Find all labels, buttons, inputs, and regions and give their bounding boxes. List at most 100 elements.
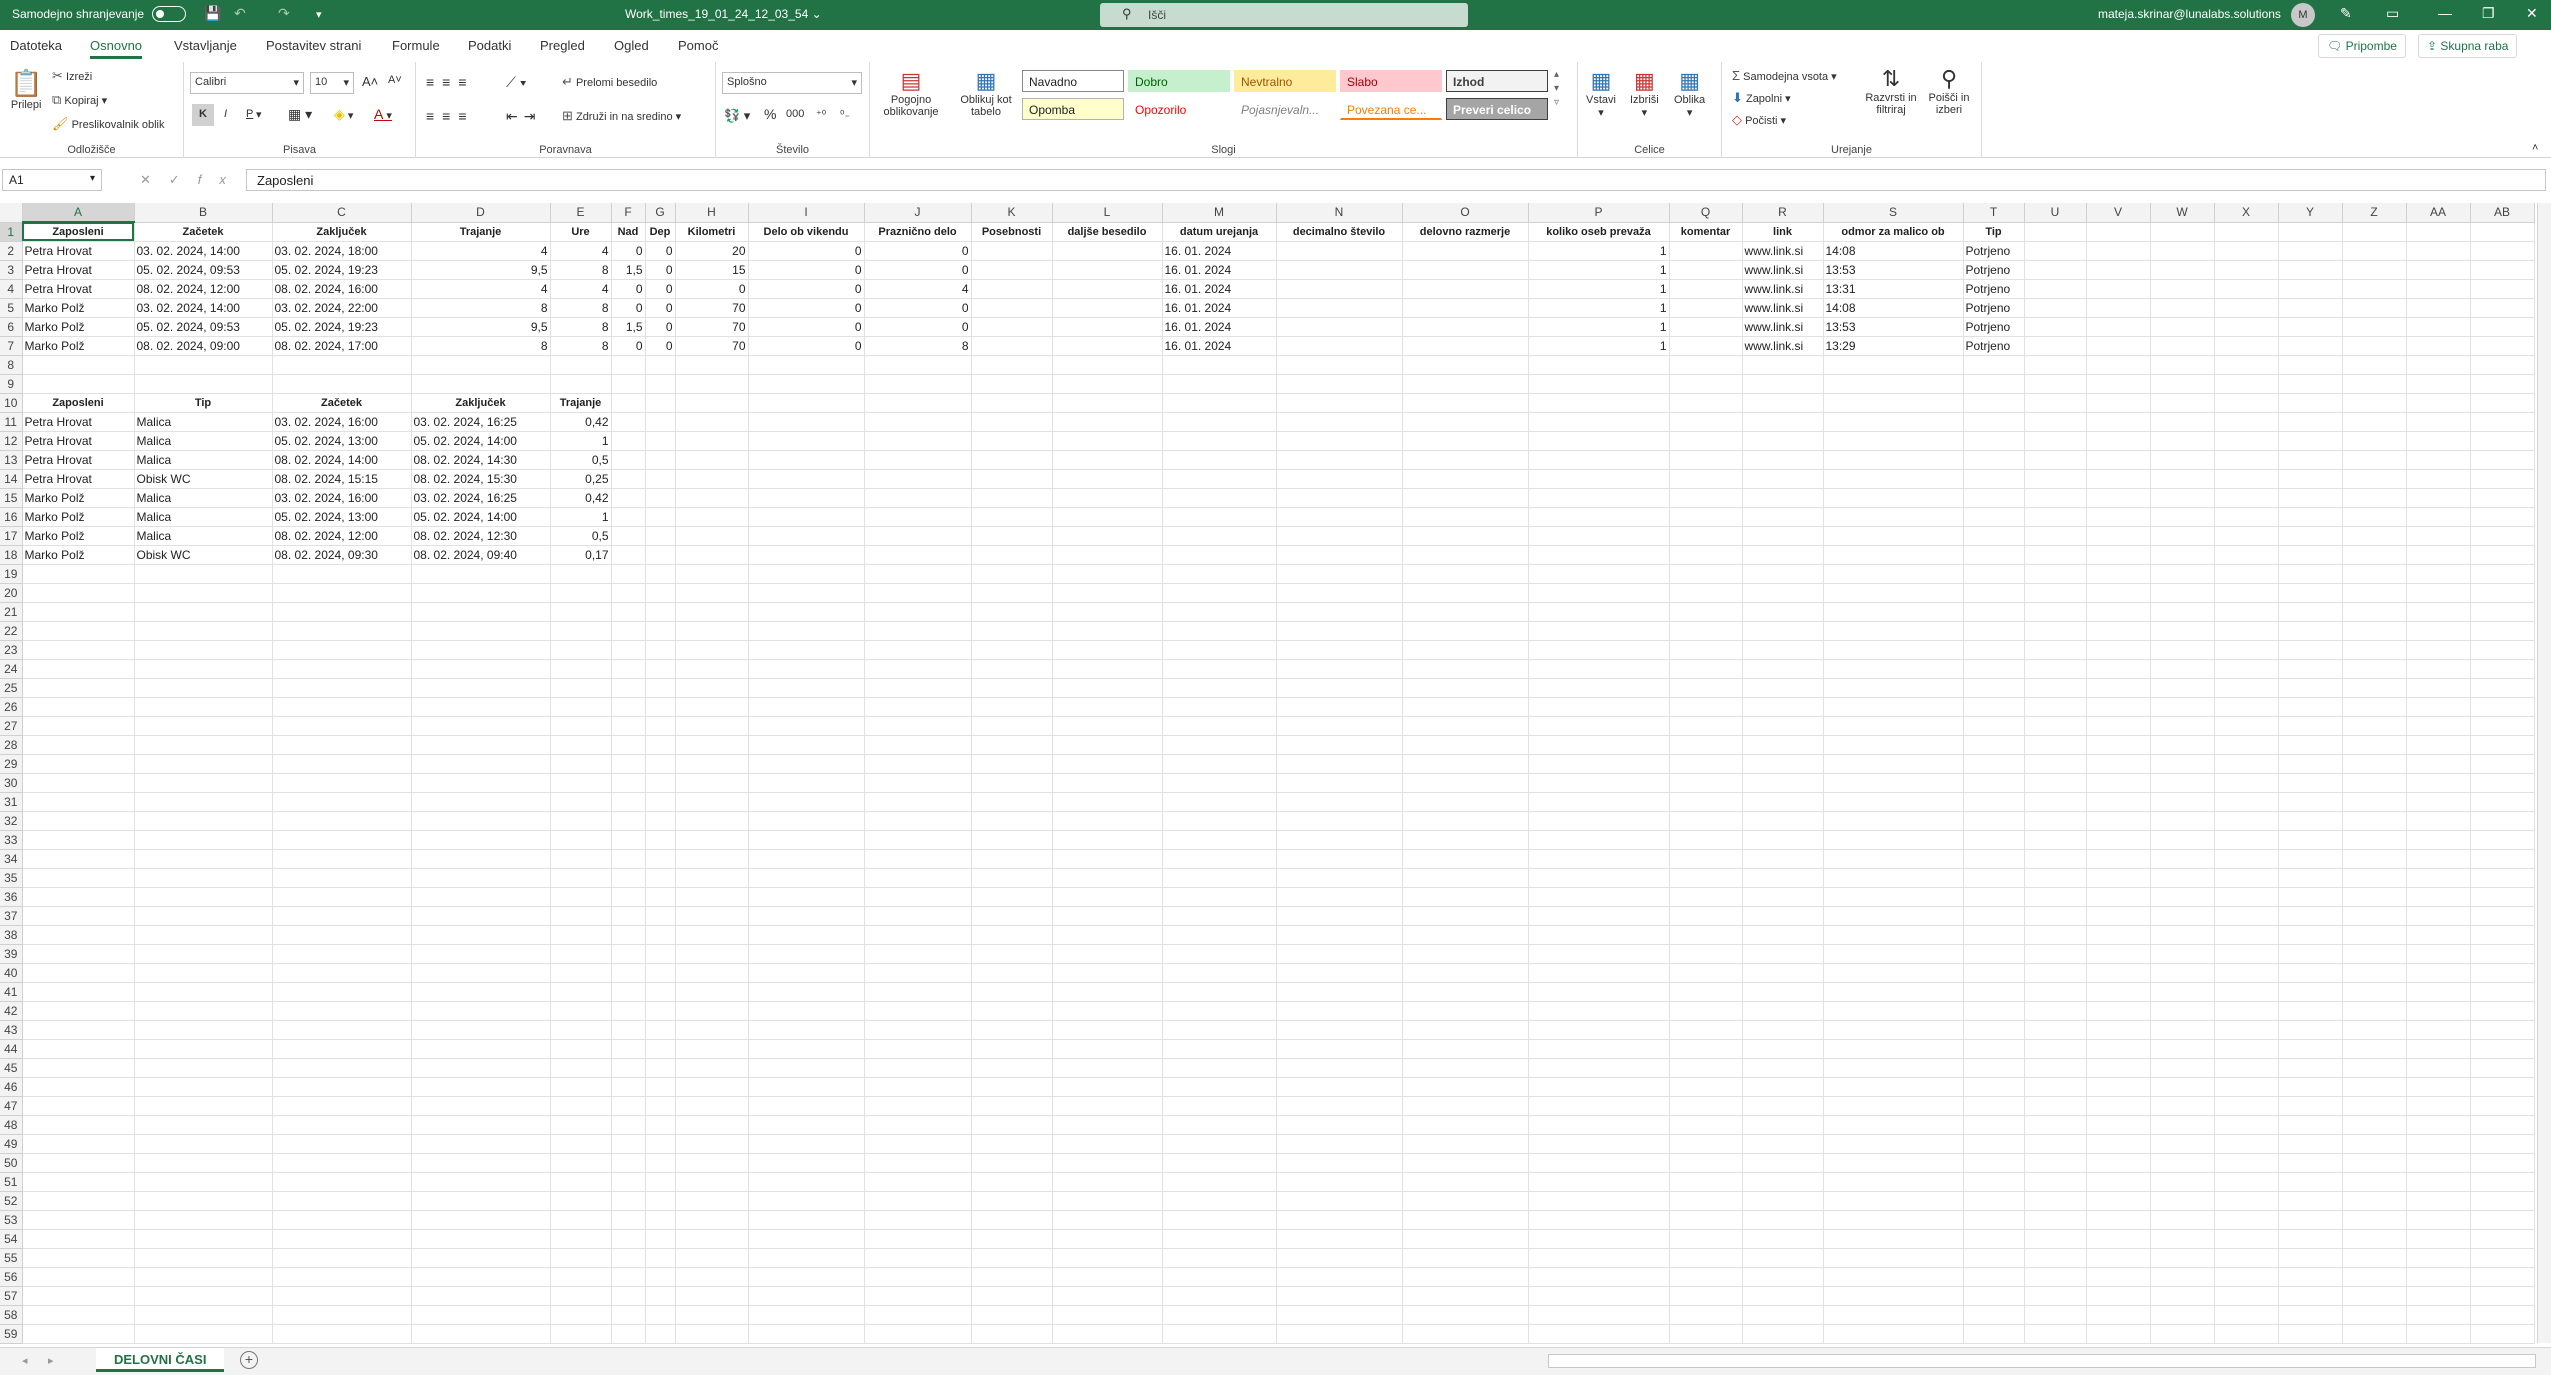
cell[interactable]: [2024, 906, 2087, 926]
cell[interactable]: [2406, 450, 2471, 470]
cell[interactable]: [1276, 678, 1403, 698]
cell[interactable]: [22, 678, 135, 698]
cell[interactable]: [2150, 431, 2215, 451]
cell[interactable]: [2406, 374, 2471, 394]
cell[interactable]: [411, 849, 551, 869]
find-select-button[interactable]: ⚲ Poišči in izberi: [1922, 66, 1976, 116]
cell[interactable]: [411, 355, 551, 375]
row-header[interactable]: 45: [0, 1058, 23, 1078]
cell[interactable]: [2278, 811, 2343, 831]
cell[interactable]: [1528, 925, 1670, 945]
cell[interactable]: [1823, 754, 1964, 774]
cell[interactable]: [2406, 1077, 2471, 1097]
cell[interactable]: [411, 564, 551, 584]
cell[interactable]: [411, 640, 551, 660]
cell[interactable]: [2406, 1324, 2471, 1344]
cell[interactable]: [272, 659, 412, 679]
cell[interactable]: [645, 963, 676, 983]
cell[interactable]: [1963, 431, 2025, 451]
cell[interactable]: Marko Polž: [22, 488, 135, 508]
cell[interactable]: Trajanje: [550, 393, 612, 413]
cell[interactable]: Malica: [134, 488, 273, 508]
cell[interactable]: [748, 868, 865, 888]
collapse-ribbon-icon[interactable]: ˄: [2532, 142, 2538, 154]
cell[interactable]: [2150, 1077, 2215, 1097]
cell[interactable]: [1052, 640, 1163, 660]
cell[interactable]: [1528, 773, 1670, 793]
row-header[interactable]: 2: [0, 241, 23, 261]
cell[interactable]: [2406, 640, 2471, 660]
cell[interactable]: [748, 1115, 865, 1135]
cell[interactable]: [1052, 1077, 1163, 1097]
cell[interactable]: [2086, 982, 2151, 1002]
cell[interactable]: [1402, 1324, 1529, 1344]
cell[interactable]: [272, 1153, 412, 1173]
cell[interactable]: [864, 1077, 972, 1097]
cell[interactable]: [1963, 1172, 2025, 1192]
cell[interactable]: [1276, 944, 1403, 964]
cell[interactable]: [1528, 944, 1670, 964]
cell[interactable]: [2278, 526, 2343, 546]
cell[interactable]: [134, 982, 273, 1002]
cell[interactable]: [675, 1210, 749, 1230]
cell[interactable]: [1742, 355, 1824, 375]
cell[interactable]: [748, 393, 865, 413]
cell[interactable]: [272, 1115, 412, 1135]
cell[interactable]: [2406, 830, 2471, 850]
cell[interactable]: 1: [1528, 260, 1670, 280]
cell[interactable]: Malica: [134, 450, 273, 470]
cell[interactable]: 0: [645, 336, 676, 356]
cell[interactable]: [2150, 412, 2215, 432]
cell[interactable]: [550, 659, 612, 679]
cell[interactable]: [411, 944, 551, 964]
cell[interactable]: [2406, 336, 2471, 356]
cell[interactable]: [645, 469, 676, 489]
cell[interactable]: [411, 583, 551, 603]
row-header[interactable]: 8: [0, 355, 23, 375]
cell[interactable]: 03. 02. 2024, 14:00: [134, 298, 273, 318]
cell[interactable]: [1823, 716, 1964, 736]
cell[interactable]: [675, 678, 749, 698]
cell[interactable]: [1402, 678, 1529, 698]
cell[interactable]: [2150, 1305, 2215, 1325]
cell[interactable]: [1669, 754, 1743, 774]
cell[interactable]: [1528, 374, 1670, 394]
horizontal-scrollbar[interactable]: [1548, 1354, 2536, 1368]
cell[interactable]: [645, 1210, 676, 1230]
percent-icon[interactable]: %: [764, 106, 776, 122]
cell[interactable]: [611, 393, 646, 413]
cell[interactable]: Potrjeno: [1963, 260, 2025, 280]
cell[interactable]: [1052, 602, 1163, 622]
cell[interactable]: [864, 1324, 972, 1344]
style-cell-4[interactable]: Izhod: [1446, 70, 1548, 92]
cell[interactable]: [1528, 1191, 1670, 1211]
cell[interactable]: [2214, 1286, 2279, 1306]
cell[interactable]: [1823, 1248, 1964, 1268]
cell[interactable]: [748, 716, 865, 736]
cell[interactable]: [1963, 1096, 2025, 1116]
cell[interactable]: [272, 583, 412, 603]
cell[interactable]: [2470, 450, 2535, 470]
cell[interactable]: [645, 1096, 676, 1116]
cell[interactable]: 4: [864, 279, 972, 299]
cell[interactable]: [550, 697, 612, 717]
column-header[interactable]: G: [645, 203, 676, 223]
cell[interactable]: [1162, 773, 1277, 793]
cell[interactable]: 20: [675, 241, 749, 261]
cell[interactable]: [971, 640, 1053, 660]
cell[interactable]: [1669, 241, 1743, 261]
cell[interactable]: [1669, 1153, 1743, 1173]
cell[interactable]: [134, 963, 273, 983]
cell[interactable]: [1823, 488, 1964, 508]
cell[interactable]: [1742, 1039, 1824, 1059]
cell[interactable]: [2342, 1115, 2407, 1135]
cell[interactable]: [2342, 811, 2407, 831]
cell[interactable]: [2342, 1172, 2407, 1192]
cell[interactable]: [1528, 1096, 1670, 1116]
cell[interactable]: [1528, 602, 1670, 622]
cell[interactable]: [2406, 1267, 2471, 1287]
cell[interactable]: [2342, 412, 2407, 432]
cell[interactable]: [1669, 317, 1743, 337]
cell[interactable]: [2406, 545, 2471, 565]
cell[interactable]: [2470, 1153, 2535, 1173]
